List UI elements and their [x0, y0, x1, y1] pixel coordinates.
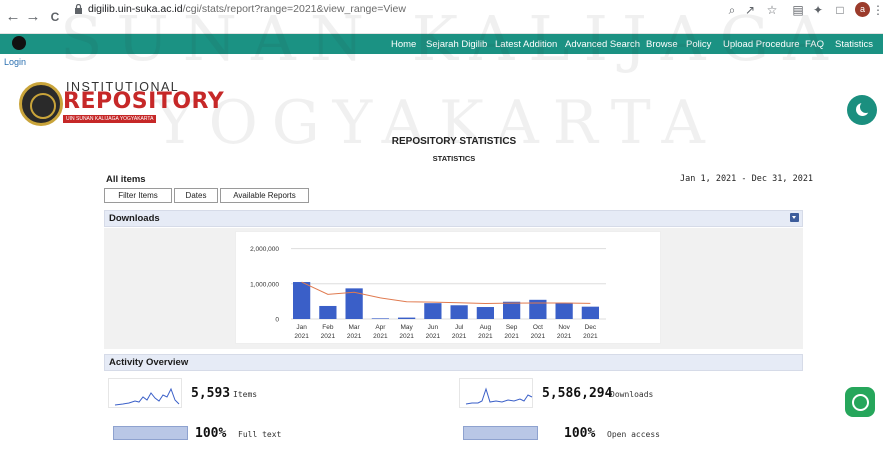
- chart-bar[interactable]: [371, 318, 389, 319]
- theme-toggle-icon[interactable]: [12, 36, 26, 50]
- profile-avatar[interactable]: a: [855, 2, 870, 17]
- logo-text-sub: UIN SUNAN KALIJAGA YOGYAKARTA: [63, 115, 157, 123]
- fulltext-progress: [113, 426, 188, 440]
- back-icon[interactable]: ←: [4, 8, 22, 26]
- date-range: Jan 1, 2021 - Dec 31, 2021: [680, 174, 814, 184]
- downloads-chart-svg: 0 1,000,000 2,000,000 Jan 2021 Feb 2021 Mar 2021…: [250, 246, 606, 340]
- openaccess-progress: [463, 426, 538, 440]
- downloads-label: Downloads: [610, 390, 654, 399]
- dark-mode-icon[interactable]: [847, 95, 877, 125]
- chart-bar[interactable]: [398, 317, 416, 319]
- openaccess-percent: 100%: [564, 426, 596, 441]
- x-tick-label: Jun 2021: [426, 324, 441, 340]
- items-count: 5,593: [191, 386, 231, 401]
- items-label: Items: [233, 390, 258, 399]
- x-tick-label: Dec 2021: [583, 324, 598, 340]
- fulltext-label: Full text: [238, 430, 282, 439]
- activity-panel-header: Activity Overview: [104, 354, 803, 371]
- page-subtitle: STATISTICS: [432, 154, 476, 163]
- university-seal-logo[interactable]: [19, 82, 63, 126]
- x-tick-label: Aug 2021: [478, 324, 493, 340]
- openaccess-label: Open access: [607, 430, 660, 439]
- watermark-line-1: SUNAN KALIJAGA: [60, 2, 842, 75]
- page-title: REPOSITORY STATISTICS: [391, 136, 517, 147]
- downloads-heading: Downloads: [109, 213, 160, 224]
- items-sparkline: [108, 378, 182, 408]
- chart-bar[interactable]: [581, 306, 599, 319]
- fulltext-progress-fill: [114, 427, 187, 439]
- watermark-line-2: YOGYAKARTA: [155, 88, 719, 158]
- x-tick-label: Nov 2021: [557, 324, 572, 340]
- collapse-icon[interactable]: [790, 213, 799, 222]
- section-label: All items: [106, 174, 146, 185]
- filter-items-button[interactable]: Filter Items: [104, 188, 172, 203]
- y-tick-label: 0: [275, 317, 279, 324]
- x-tick-label: Feb 2021: [321, 324, 336, 340]
- downloads-sparkline: [459, 378, 533, 408]
- downloads-panel-header: Downloads: [104, 210, 803, 227]
- downloads-chart: 0 1,000,000 2,000,000 Jan 2021 Feb 2021 Mar 2021…: [235, 231, 661, 344]
- logo-text-main: REPOSITORY: [63, 89, 225, 114]
- downloads-count: 5,586,294: [542, 386, 613, 401]
- menu-icon[interactable]: ⋮: [872, 2, 883, 18]
- x-tick-label: Oct 2021: [531, 324, 546, 340]
- chart-bar[interactable]: [293, 282, 311, 319]
- x-tick-label: Jul 2021: [452, 324, 467, 340]
- average-line: [301, 281, 591, 305]
- x-tick-label: Apr 2021: [373, 324, 388, 340]
- x-tick-label: Jan 2021: [294, 324, 309, 340]
- activity-heading: Activity Overview: [109, 357, 189, 368]
- chart-bar[interactable]: [476, 307, 494, 319]
- login-link[interactable]: Login: [4, 57, 26, 67]
- whatsapp-chat-icon[interactable]: [845, 387, 875, 417]
- y-tick-label: 2,000,000: [250, 246, 279, 253]
- x-tick-label: Sep 2021: [504, 324, 519, 340]
- chart-bar[interactable]: [424, 303, 442, 319]
- chart-bar[interactable]: [450, 305, 468, 319]
- y-tick-label: 1,000,000: [250, 281, 279, 288]
- forward-icon[interactable]: →: [24, 8, 42, 26]
- chart-bar[interactable]: [319, 305, 337, 319]
- available-reports-button[interactable]: Available Reports: [220, 188, 309, 203]
- x-tick-label: May 2021: [399, 324, 414, 340]
- chart-bar[interactable]: [555, 302, 573, 319]
- x-tick-label: Mar 2021: [347, 324, 362, 340]
- chart-bar[interactable]: [503, 301, 521, 319]
- openaccess-progress-fill: [464, 427, 537, 439]
- fulltext-percent: 100%: [195, 426, 227, 441]
- dates-button[interactable]: Dates: [174, 188, 218, 203]
